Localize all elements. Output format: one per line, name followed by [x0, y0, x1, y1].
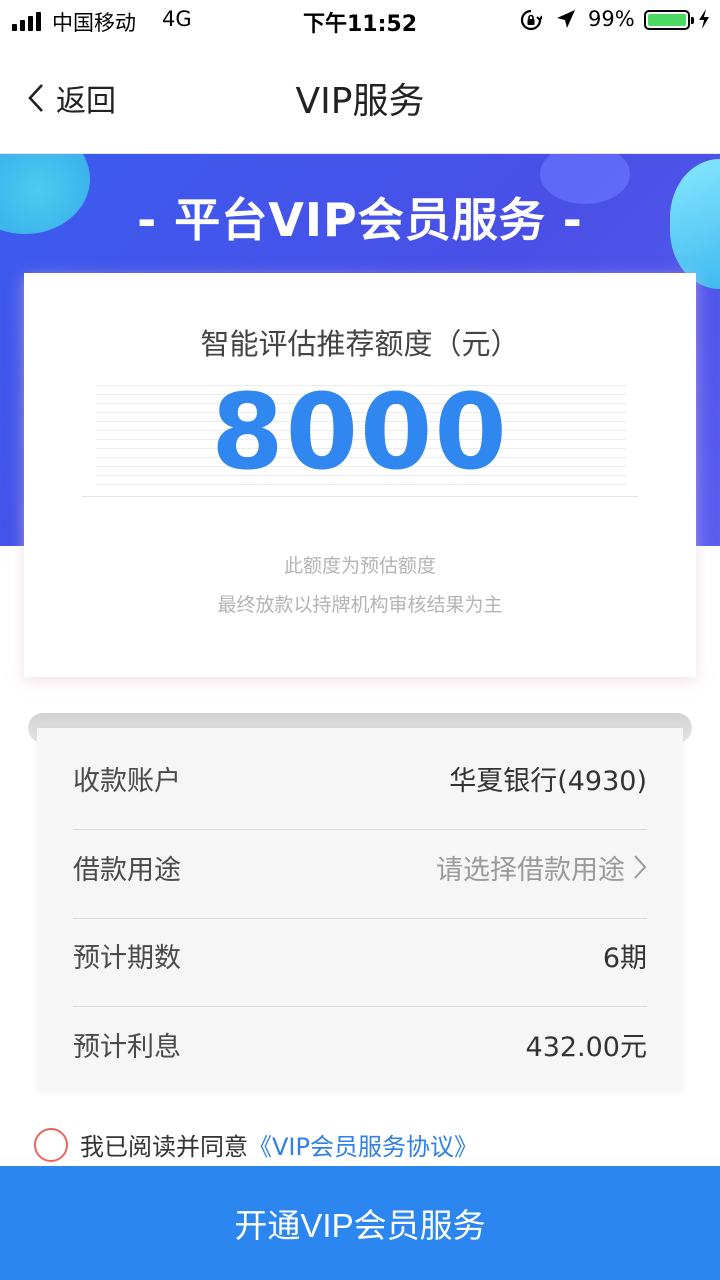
quota-amount: 8000: [211, 371, 509, 493]
quota-card: 智能评估推荐额度（元） 8000 此额度为预估额度 最终放款以持牌机构审核结果为…: [24, 273, 696, 677]
agreement-text: 我已阅读并同意: [80, 1133, 248, 1161]
battery-icon: [644, 10, 694, 30]
battery-percent: 99%: [588, 7, 635, 31]
interest-label: 预计利息: [73, 1031, 181, 1063]
term-label: 预计期数: [73, 942, 181, 974]
nav-bar: 返回 VIP服务: [0, 40, 720, 154]
loan-info-card: 收款账户 华夏银行(4930) 借款用途 请选择借款用途 预计期数 6期 预计利…: [37, 728, 683, 1090]
status-bar: 中国移动 4G 下午11:52 99%: [0, 0, 720, 40]
page-title: VIP服务: [295, 81, 425, 122]
orientation-lock-icon: [520, 9, 542, 31]
account-row: 收款账户 华夏银行(4930): [73, 734, 647, 822]
quota-note-estimate: 此额度为预估额度: [283, 555, 436, 577]
quota-label: 智能评估推荐额度（元）: [200, 327, 520, 361]
charging-bolt-icon: [699, 9, 709, 29]
quota-note-review: 最终放款以持牌机构审核结果为主: [217, 594, 503, 616]
account-label: 收款账户: [73, 765, 181, 797]
loan-purpose-select[interactable]: 请选择借款用途: [436, 848, 647, 887]
agreement-checkbox[interactable]: [34, 1127, 68, 1162]
loan-purpose-placeholder: 请选择借款用途: [436, 854, 625, 886]
open-vip-button[interactable]: 开通VIP会员服务: [0, 1166, 720, 1280]
account-value: 华夏银行(4930): [449, 765, 647, 797]
chevron-right-icon: [634, 855, 647, 879]
interest-row: 预计利息 432.00元: [73, 1000, 647, 1088]
loan-purpose-label: 借款用途: [73, 854, 181, 886]
interest-value: 432.00元: [525, 1031, 647, 1063]
term-row: 预计期数 6期: [73, 911, 647, 999]
term-value: 6期: [602, 942, 647, 974]
location-arrow-icon: [557, 10, 575, 28]
banner-title: - 平台VIP会员服务 -: [137, 193, 583, 247]
agreement-row: 我已阅读并同意 《VIP会员服务协议》: [34, 1127, 478, 1162]
agreement-link[interactable]: 《VIP会员服务协议》: [248, 1127, 478, 1162]
loan-purpose-row[interactable]: 借款用途 请选择借款用途: [73, 823, 647, 911]
divider: [82, 496, 638, 497]
